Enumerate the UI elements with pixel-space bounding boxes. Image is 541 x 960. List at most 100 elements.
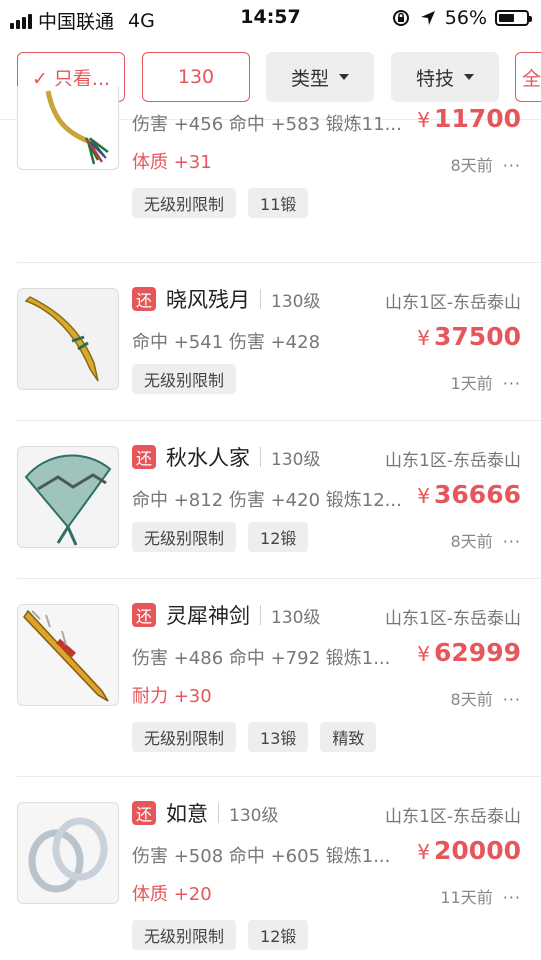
item-name: 秋水人家 bbox=[166, 446, 250, 470]
return-badge: 还 bbox=[132, 603, 156, 627]
tag: 精致 bbox=[320, 722, 377, 752]
sword-image bbox=[18, 289, 118, 389]
item-tags: 无级别限制 12锻 bbox=[132, 522, 309, 552]
rings-image bbox=[18, 803, 118, 903]
tag: 无级别限制 bbox=[132, 364, 237, 394]
separator bbox=[260, 289, 261, 309]
separator bbox=[260, 447, 261, 467]
list-item[interactable]: 伤害 +456 命中 +583 锻炼11... ¥11700 体质 +31 8天… bbox=[0, 86, 541, 263]
tag: 11锻 bbox=[248, 188, 309, 218]
battery-icon bbox=[495, 10, 532, 26]
item-price: ¥36666 bbox=[417, 480, 521, 509]
return-badge: 还 bbox=[132, 445, 156, 469]
price-symbol: ¥ bbox=[417, 840, 431, 864]
price-value: 11700 bbox=[434, 104, 521, 133]
fan-image bbox=[18, 447, 118, 547]
all-filter-button[interactable]: 全 bbox=[515, 52, 541, 102]
more-dots-icon[interactable]: ··· bbox=[503, 156, 521, 175]
triangle-down-icon bbox=[339, 74, 349, 80]
item-thumbnail bbox=[17, 288, 119, 390]
item-attributes: 伤害 +456 命中 +583 锻炼11... bbox=[132, 114, 402, 135]
item-tags: 无级别限制 12锻 bbox=[132, 920, 309, 950]
list-item[interactable]: 还 晓风残月 130级 山东1区-东岳泰山 命中 +541 伤害 +428 ¥3… bbox=[0, 262, 541, 421]
item-extra-attr: 体质 +31 bbox=[132, 152, 212, 173]
level-filter-value: 130 bbox=[177, 66, 215, 88]
separator bbox=[260, 605, 261, 625]
item-name: 晓风残月 bbox=[166, 288, 250, 312]
level-filter-button[interactable]: 130 bbox=[142, 52, 250, 102]
time-text: 8天前 bbox=[450, 532, 493, 551]
tag: 无级别限制 bbox=[132, 920, 237, 950]
location-arrow-icon bbox=[420, 11, 435, 25]
price-value: 20000 bbox=[434, 836, 521, 865]
item-time: 8天前 ··· bbox=[451, 686, 521, 710]
time-text: 8天前 bbox=[450, 690, 493, 709]
price-symbol: ¥ bbox=[417, 108, 431, 132]
item-name: 灵犀神剑 bbox=[166, 604, 250, 628]
item-time: 1天前 ··· bbox=[451, 370, 521, 394]
more-dots-icon[interactable]: ··· bbox=[503, 532, 521, 551]
item-thumbnail bbox=[17, 802, 119, 904]
item-server: 山东1区-东岳泰山 bbox=[385, 451, 521, 471]
item-extra-attr: 体质 +20 bbox=[132, 884, 212, 905]
whip-image bbox=[45, 90, 109, 165]
item-level: 130级 bbox=[271, 449, 321, 470]
type-filter-dropdown[interactable]: 类型 bbox=[266, 52, 374, 102]
item-price: ¥20000 bbox=[417, 836, 521, 865]
skill-filter-dropdown[interactable]: 特技 bbox=[391, 52, 499, 102]
battery-percent: 56% bbox=[444, 7, 487, 29]
item-tags: 无级别限制 bbox=[132, 364, 237, 394]
item-time: 8天前 ··· bbox=[451, 528, 521, 552]
more-dots-icon[interactable]: ··· bbox=[503, 374, 521, 393]
item-attributes: 命中 +812 伤害 +420 锻炼12... bbox=[132, 490, 402, 511]
time-text: 11天前 bbox=[440, 888, 493, 907]
more-dots-icon[interactable]: ··· bbox=[503, 888, 521, 907]
item-tags: 无级别限制 13锻 精致 bbox=[132, 722, 377, 752]
list-item[interactable]: 还 如意 130级 山东1区-东岳泰山 伤害 +508 命中 +605 锻炼1.… bbox=[0, 776, 541, 960]
item-price: ¥62999 bbox=[417, 638, 521, 667]
tag: 13锻 bbox=[248, 722, 309, 752]
type-filter-label: 类型 bbox=[290, 67, 329, 90]
tag: 无级别限制 bbox=[132, 188, 237, 218]
time-text: 1天前 bbox=[450, 374, 493, 393]
price-symbol: ¥ bbox=[417, 326, 431, 350]
return-badge: 还 bbox=[132, 287, 156, 311]
item-thumbnail bbox=[17, 446, 119, 548]
item-extra-attr: 耐力 +30 bbox=[132, 686, 212, 707]
status-right: 56% bbox=[391, 7, 532, 29]
item-tags: 无级别限制 11锻 bbox=[132, 188, 309, 218]
price-value: 36666 bbox=[434, 480, 521, 509]
item-thumbnail bbox=[17, 86, 119, 170]
item-time: 11天前 ··· bbox=[440, 884, 521, 908]
status-bar: 中国联通 4G 14:57 56% bbox=[0, 0, 541, 36]
item-title-row: 还 如意 130级 bbox=[132, 798, 278, 828]
item-server: 山东1区-东岳泰山 bbox=[385, 807, 521, 827]
tag: 无级别限制 bbox=[132, 522, 237, 552]
price-symbol: ¥ bbox=[417, 484, 431, 508]
list-item[interactable]: 还 秋水人家 130级 山东1区-东岳泰山 命中 +812 伤害 +420 锻炼… bbox=[0, 420, 541, 579]
tag: 12锻 bbox=[248, 522, 309, 552]
item-level: 130级 bbox=[271, 607, 321, 628]
triangle-down-icon bbox=[464, 74, 474, 80]
item-level: 130级 bbox=[229, 805, 279, 826]
more-dots-icon[interactable]: ··· bbox=[503, 690, 521, 709]
item-time: 8天前 ··· bbox=[451, 152, 521, 176]
item-level: 130级 bbox=[271, 291, 321, 312]
return-badge: 还 bbox=[132, 801, 156, 825]
item-attributes: 伤害 +486 命中 +792 锻炼1... bbox=[132, 648, 391, 669]
item-price: ¥11700 bbox=[417, 104, 521, 133]
tag: 无级别限制 bbox=[132, 722, 237, 752]
list-item[interactable]: 还 灵犀神剑 130级 山东1区-东岳泰山 伤害 +486 命中 +792 锻炼… bbox=[0, 578, 541, 777]
item-price: ¥37500 bbox=[417, 322, 521, 351]
item-attributes: 伤害 +508 命中 +605 锻炼1... bbox=[132, 846, 391, 867]
price-symbol: ¥ bbox=[417, 642, 431, 666]
price-value: 37500 bbox=[434, 322, 521, 351]
item-server: 山东1区-东岳泰山 bbox=[385, 293, 521, 313]
tag: 12锻 bbox=[248, 920, 309, 950]
separator bbox=[218, 803, 219, 823]
item-name: 如意 bbox=[166, 802, 208, 826]
divine-sword-image bbox=[18, 605, 118, 705]
item-title-row: 还 晓风残月 130级 bbox=[132, 284, 320, 314]
item-title-row: 还 灵犀神剑 130级 bbox=[132, 600, 320, 630]
item-attributes: 命中 +541 伤害 +428 bbox=[132, 332, 321, 353]
